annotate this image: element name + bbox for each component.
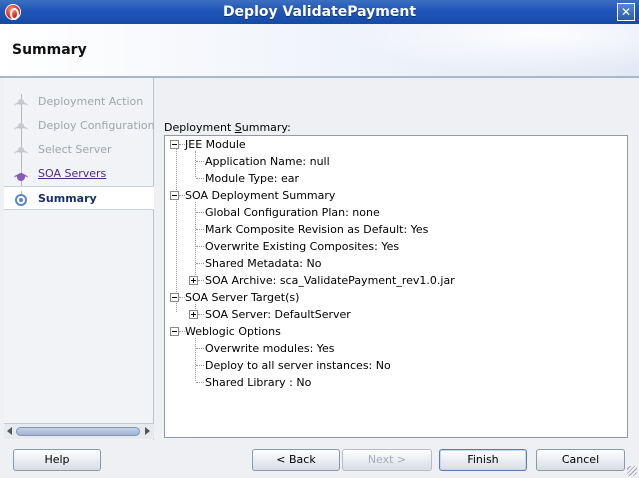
step-figure-icon [13,118,29,142]
page-title: Summary [12,42,87,58]
close-icon: ✕ [620,5,632,19]
nav-item-label: Deployment Action [38,95,144,108]
nav-item-summary[interactable]: Summary [4,186,154,210]
scrollbar-thumb[interactable] [16,427,140,436]
nav-item-soa-servers[interactable]: SOA Servers [4,162,154,190]
collapse-icon[interactable] [170,191,179,200]
nav-item-deploy-configuration: Deploy Configuration [4,114,155,142]
wizard-header: Summary [0,24,639,78]
expand-icon[interactable] [189,276,198,285]
header-decoration [309,24,639,78]
nav-item-label: Select Server [38,143,112,156]
nav-item-label: SOA Servers [38,167,107,180]
nav-item-label: Summary [38,192,97,205]
deployment-summary-tree[interactable]: JEE Module Application Name: null Module… [164,135,628,438]
title-bar: Deploy ValidatePayment ✕ [0,0,639,24]
back-button[interactable]: < Back [252,449,340,471]
window-title: Deploy ValidatePayment [222,4,417,20]
nav-horizontal-scrollbar[interactable] [4,423,154,439]
scroll-right-icon[interactable] [145,427,150,435]
step-figure-icon [13,142,29,166]
current-step-icon [13,191,29,209]
scroll-left-icon[interactable] [7,427,12,435]
step-figure-icon [13,94,29,118]
collapse-icon[interactable] [170,327,179,336]
step-figure-icon [13,166,29,190]
wizard-steps-panel: Deployment Action Deploy Configuration S… [4,78,155,440]
resize-grip-icon[interactable] [627,466,637,476]
collapse-icon[interactable] [170,293,179,302]
cancel-button[interactable]: Cancel [536,449,625,471]
deployment-summary-label: Deployment Summary: [164,121,291,134]
nav-item-select-server: Select Server [4,138,154,166]
help-button[interactable]: Help [13,449,101,471]
next-button[interactable]: Next > [342,449,432,471]
collapse-icon[interactable] [170,140,179,149]
nav-item-label: Deploy Configuration [38,119,155,132]
finish-button[interactable]: Finish [439,449,527,471]
nav-item-deployment-action: Deployment Action [4,90,154,118]
expand-icon[interactable] [189,310,198,319]
close-button[interactable]: ✕ [617,3,635,21]
